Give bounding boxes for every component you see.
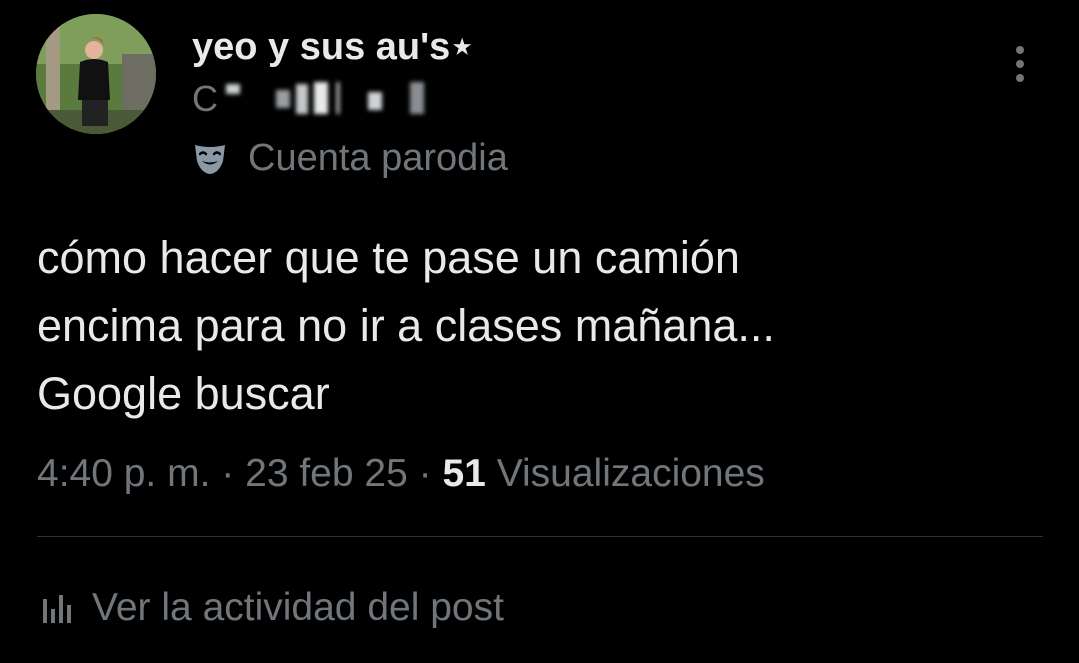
- meta-separator: ·: [418, 452, 432, 495]
- post-text-line: Google buscar: [37, 368, 330, 419]
- more-vertical-icon: [1016, 46, 1024, 82]
- views-count: 51: [442, 452, 486, 495]
- analytics-icon: [40, 591, 74, 625]
- post-time[interactable]: 4:40 p. m.: [37, 452, 210, 495]
- post-text-line: encima para no ir a clases mañana...: [37, 300, 775, 351]
- author-display-name[interactable]: yeo y sus au's⋆: [192, 24, 474, 69]
- parody-label: Cuenta parodia: [248, 136, 508, 179]
- activity-label: Ver la actividad del post: [92, 586, 504, 629]
- post-text: cómo hacer que te pase un camión encima …: [37, 224, 1037, 428]
- meta-separator: ·: [221, 452, 235, 495]
- handle-redaction: [226, 82, 424, 114]
- views-label: Visualizaciones: [496, 452, 765, 495]
- post-meta: 4:40 p. m. · 23 feb 25 · 51 Visualizacio…: [37, 448, 765, 500]
- view-post-activity-link[interactable]: Ver la actividad del post: [40, 582, 504, 634]
- avatar-photo: [36, 14, 156, 134]
- avatar[interactable]: [36, 14, 156, 134]
- post-text-line: cómo hacer que te pase un camión: [37, 232, 740, 283]
- theater-mask-icon: [192, 140, 228, 176]
- parody-badge: Cuenta parodia: [192, 134, 508, 182]
- author-handle[interactable]: C: [192, 78, 432, 122]
- post-date[interactable]: 23 feb 25: [245, 452, 408, 495]
- divider: [37, 536, 1043, 537]
- more-options-button[interactable]: [1004, 40, 1036, 88]
